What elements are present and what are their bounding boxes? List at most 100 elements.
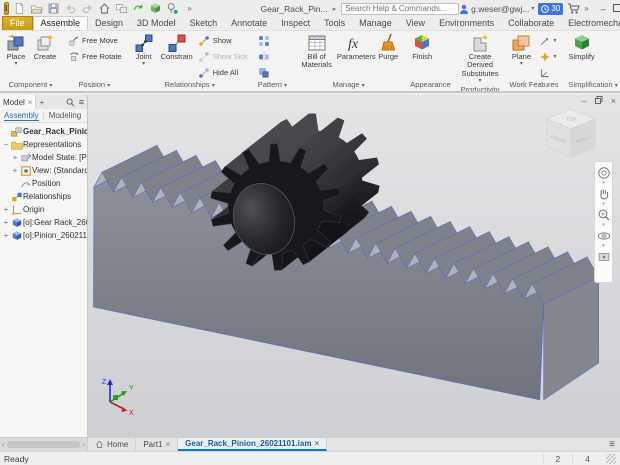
simplify-button[interactable]: Simplify xyxy=(566,32,596,62)
ribbon-tab-assemble[interactable]: Assemble xyxy=(33,16,89,30)
ribbon-tab-environments[interactable]: Environments xyxy=(432,17,501,30)
save-button[interactable] xyxy=(47,2,61,16)
appearance-button[interactable] xyxy=(149,2,163,16)
expand-icon[interactable]: + xyxy=(2,231,10,240)
tree-node[interactable]: + Model State: [Primary] xyxy=(0,151,87,164)
expand-icon[interactable]: + xyxy=(11,166,19,175)
new-file-button[interactable] xyxy=(13,2,27,16)
ribbon-tab-sketch[interactable]: Sketch xyxy=(183,17,225,30)
ribbon-tab-file[interactable]: File xyxy=(2,16,33,30)
constrain-button[interactable]: Constrain xyxy=(159,32,195,62)
tree-node[interactable]: Gear_Rack_Pinion_26021101 xyxy=(0,125,87,138)
redo-button[interactable] xyxy=(81,2,95,16)
update-button[interactable] xyxy=(132,2,146,16)
tree-node[interactable]: + View: (Standard) xyxy=(0,164,87,177)
resize-grip[interactable] xyxy=(606,454,616,464)
doc-restore-button[interactable] xyxy=(595,96,603,106)
ribbon-group-label[interactable]: Relationships ▾ xyxy=(130,80,250,91)
free-rotate-button[interactable]: Free Rotate xyxy=(65,49,124,64)
ribbon-tab-collaborate[interactable]: Collaborate xyxy=(501,17,561,30)
bill-of-materials-button[interactable]: Bill of Materials xyxy=(295,32,338,71)
ribbon-tab-tools[interactable]: Tools xyxy=(317,17,352,30)
expand-icon[interactable]: + xyxy=(11,153,19,162)
search-icon[interactable] xyxy=(66,98,75,107)
inventor-logo-icon[interactable]: I xyxy=(4,2,9,15)
place-button[interactable]: Place▾ xyxy=(2,32,30,68)
open-button[interactable] xyxy=(30,2,44,16)
browser-menu-icon[interactable]: ≡ xyxy=(79,98,84,107)
mirror-button[interactable] xyxy=(256,49,273,64)
ucs-button[interactable] xyxy=(536,65,558,80)
copy-button[interactable] xyxy=(256,65,273,80)
minimize-button[interactable]: – xyxy=(601,4,606,14)
doc-tab-gear-rack-pinion-26021101-iam[interactable]: Gear_Rack_Pinion_26021101.iam× xyxy=(178,438,327,451)
scrollbar-thumb[interactable] xyxy=(7,441,81,448)
doc-minimize-button[interactable]: – xyxy=(582,96,587,106)
doc-tab-home[interactable]: Home xyxy=(88,438,136,451)
trial-clock-badge[interactable]: 30 xyxy=(538,3,563,15)
tab-close-icon[interactable]: × xyxy=(165,440,170,449)
ribbon-tab-manage[interactable]: Manage xyxy=(352,17,399,30)
scroll-left-icon[interactable]: ‹ xyxy=(2,440,5,449)
create-button[interactable]: Create xyxy=(31,32,59,62)
collapse-icon[interactable]: − xyxy=(2,140,10,149)
user-account[interactable]: g.weser@gwj... ▾ xyxy=(459,4,534,14)
ribbon-group-label[interactable]: Manage ▾ xyxy=(295,80,402,91)
tree-node[interactable]: + [o]:Gear Rack_26021101 xyxy=(0,216,87,229)
zoom-button[interactable] xyxy=(596,207,611,222)
point-button[interactable]: ▾ xyxy=(536,49,558,64)
expand-icon[interactable]: + xyxy=(2,218,10,227)
ribbon-tab-view[interactable]: View xyxy=(399,17,432,30)
free-move-button[interactable]: Free Move xyxy=(65,33,124,48)
tree-node[interactable]: Position xyxy=(0,177,87,190)
orbit-button[interactable] xyxy=(596,228,611,243)
finish-button[interactable]: Finish xyxy=(408,32,436,62)
ribbon-tab-inspect[interactable]: Inspect xyxy=(274,17,317,30)
tab-close-icon[interactable]: × xyxy=(314,439,319,448)
create-derived-substitutes-button[interactable]: Create Derived Substitutes▾ xyxy=(459,32,502,85)
search-input[interactable] xyxy=(341,3,459,15)
ribbon-group-label[interactable]: Simplification ▾ xyxy=(566,80,619,91)
title-expand-arrow[interactable]: ▸ xyxy=(333,5,337,13)
ribbon-group-label[interactable]: Component ▾ xyxy=(2,80,59,91)
home-button[interactable] xyxy=(98,2,112,16)
browser-subtab-modeling[interactable]: Modeling xyxy=(49,111,81,120)
pattern-button[interactable] xyxy=(256,33,273,48)
expand-icon[interactable]: + xyxy=(2,205,10,214)
scroll-right-icon[interactable]: › xyxy=(82,440,85,449)
ribbon-tab-design[interactable]: Design xyxy=(88,17,130,30)
parameters-button[interactable]: fx Parameters xyxy=(339,32,373,62)
ribbon-group-label[interactable]: Position ▾ xyxy=(65,80,124,91)
tree-node[interactable]: + Origin xyxy=(0,203,87,216)
tab-list-menu-icon[interactable]: ≡ xyxy=(609,439,615,450)
doc-tab-part1[interactable]: Part1× xyxy=(136,438,178,451)
more-button[interactable]: » xyxy=(183,2,197,16)
joint-button[interactable]: Joint▾ xyxy=(130,32,158,68)
tree-node[interactable]: + [o]:Pinion_26021101:1 xyxy=(0,229,87,242)
tree-node[interactable]: Relationships xyxy=(0,190,87,203)
iproperties-button[interactable] xyxy=(115,2,129,16)
doc-close-button[interactable]: × xyxy=(611,96,616,106)
ribbon-tab-3d-model[interactable]: 3D Model xyxy=(130,17,183,30)
tree-node[interactable]: − Representations xyxy=(0,138,87,151)
browser-tab-close-icon[interactable]: × xyxy=(28,98,33,107)
purge-button[interactable]: Purge xyxy=(374,32,402,62)
browser-add-tab-button[interactable]: + xyxy=(36,98,47,107)
hide-all-button[interactable]: Hide All xyxy=(196,65,250,80)
show-button[interactable]: Show xyxy=(196,33,250,48)
ribbon-tab-electromechanical[interactable]: Electromechanical xyxy=(561,17,620,30)
ribbon-group-label[interactable]: Pattern ▾ xyxy=(256,80,289,91)
axis-button[interactable]: ▾ xyxy=(536,33,558,48)
browser-horizontal-scrollbar[interactable]: ‹ › xyxy=(0,438,88,451)
undo-button[interactable] xyxy=(64,2,78,16)
3d-viewport[interactable]: – × TOP FRONT RIGHT ▾▾▾▾ Z Y X xyxy=(88,95,620,437)
browser-subtab-assembly[interactable]: Assembly xyxy=(4,111,39,121)
measure-button[interactable] xyxy=(166,2,180,16)
plane-button[interactable]: Plane▾ xyxy=(507,32,535,68)
ribbon-tab-annotate[interactable]: Annotate xyxy=(224,17,274,30)
pan-button[interactable] xyxy=(596,186,611,201)
cart-icon[interactable] xyxy=(567,3,580,14)
toolbar-overflow-icon[interactable]: » xyxy=(584,4,588,13)
navigation-wheel-button[interactable] xyxy=(596,165,611,180)
browser-tab-model[interactable]: Model × xyxy=(0,95,36,109)
